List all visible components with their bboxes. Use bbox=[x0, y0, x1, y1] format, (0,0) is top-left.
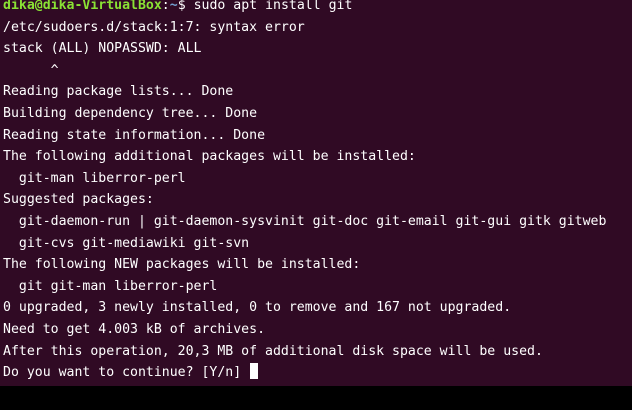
output-line: Need to get 4.003 kB of archives. bbox=[3, 321, 266, 337]
prompt-user-host: dika@dika-VirtualBox bbox=[3, 0, 162, 13]
output-line: git-man liberror-perl bbox=[3, 170, 186, 186]
terminal-output: dika@dika-VirtualBox:~$ sudo apt install… bbox=[3, 0, 606, 384]
output-line: After this operation, 20,3 MB of additio… bbox=[3, 343, 543, 359]
command-line: dika@dika-VirtualBox:~$ sudo apt install… bbox=[3, 0, 606, 17]
output-line: Reading package lists... Done bbox=[3, 84, 234, 100]
output-line: ^ bbox=[3, 62, 59, 78]
output-line: Suggested packages: bbox=[3, 192, 154, 208]
continue-prompt: Do you want to continue? [Y/n] bbox=[3, 365, 250, 381]
output-line: The following NEW packages will be insta… bbox=[3, 257, 361, 273]
terminal-window[interactable]: dika@dika-VirtualBox:~$ sudo apt install… bbox=[0, 0, 632, 386]
output-line: Reading state information... Done bbox=[3, 127, 266, 143]
output-line: stack (ALL) NOPASSWD: ALL bbox=[3, 41, 202, 57]
bottom-bar bbox=[0, 386, 632, 410]
command-text: sudo apt install git bbox=[193, 0, 353, 13]
output-line: 0 upgraded, 3 newly installed, 0 to remo… bbox=[3, 300, 512, 316]
output-line: /etc/sudoers.d/stack:1:7: syntax error bbox=[3, 19, 305, 35]
prompt-separator: : bbox=[161, 0, 170, 13]
output-line: git-daemon-run | git-daemon-sysvinit git… bbox=[3, 213, 607, 229]
text-cursor[interactable] bbox=[250, 363, 259, 380]
prompt-symbol: $ bbox=[177, 0, 186, 13]
output-line: Building dependency tree... Done bbox=[3, 105, 258, 121]
output-line: The following additional packages will b… bbox=[3, 149, 416, 165]
continue-prompt-line: Do you want to continue? [Y/n] bbox=[3, 362, 606, 384]
prompt-path: ~ bbox=[169, 0, 178, 13]
output-line: git git-man liberror-perl bbox=[3, 278, 218, 294]
output-line: git-cvs git-mediawiki git-svn bbox=[3, 235, 250, 251]
